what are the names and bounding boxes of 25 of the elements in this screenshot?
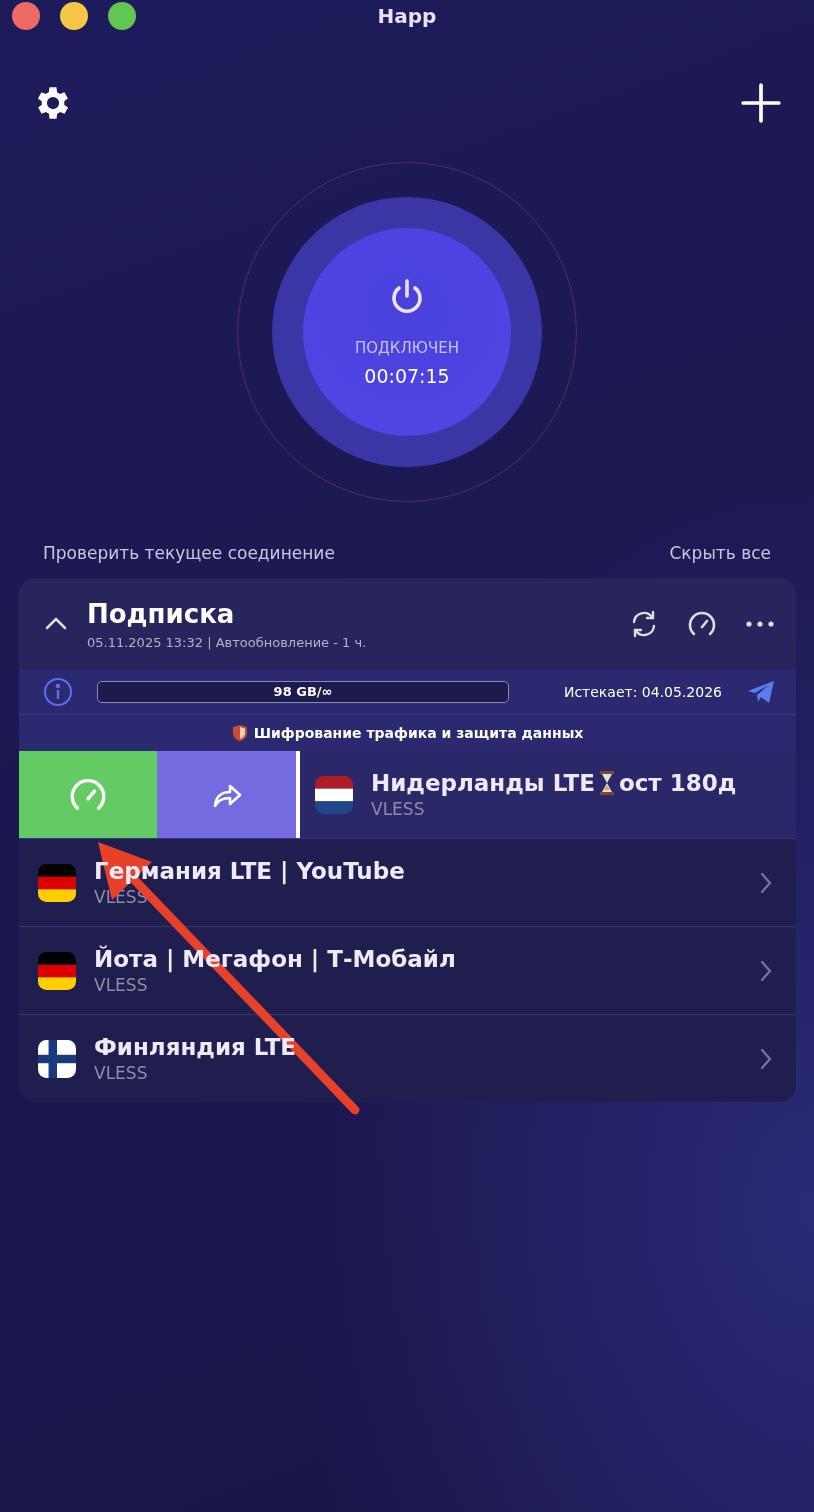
minimize-button[interactable] <box>60 2 88 30</box>
traffic-bar: 98 GB/∞ <box>97 681 509 703</box>
hide-all-link[interactable]: Скрыть все <box>669 543 771 563</box>
info-icon[interactable] <box>43 677 73 707</box>
protocol-label: VLESS <box>371 799 426 819</box>
update-info: 05.11.2025 13:32 | Автообновление - 1 ч. <box>87 634 368 650</box>
expiry-date: Истекает: 04.05.2026 <box>562 684 722 700</box>
check-connection-link[interactable]: Проверить текущее соединение <box>43 543 335 563</box>
flag-icon <box>38 1039 76 1078</box>
add-icon[interactable] <box>740 82 782 124</box>
encryption-notice: Шифрование трафика и защита данных <box>253 725 584 741</box>
days-left: ост 180д <box>618 770 737 796</box>
zoom-button[interactable] <box>108 2 136 30</box>
flag-icon <box>38 951 76 990</box>
flag-icon <box>38 863 76 902</box>
subscription-title: Подписка <box>87 598 236 629</box>
protocol-label: VLESS <box>94 975 149 995</box>
hourglass-icon <box>598 770 615 796</box>
protocol-label: VLESS <box>94 1063 149 1083</box>
power-button[interactable]: ПОДКЛЮЧЕН 00:07:15 <box>303 228 511 436</box>
shield-icon <box>231 724 248 742</box>
flag-icon <box>315 775 353 814</box>
server-name: Нидерланды LTE <box>371 770 595 796</box>
close-button[interactable] <box>12 2 40 30</box>
window-title: Happ <box>377 4 437 28</box>
